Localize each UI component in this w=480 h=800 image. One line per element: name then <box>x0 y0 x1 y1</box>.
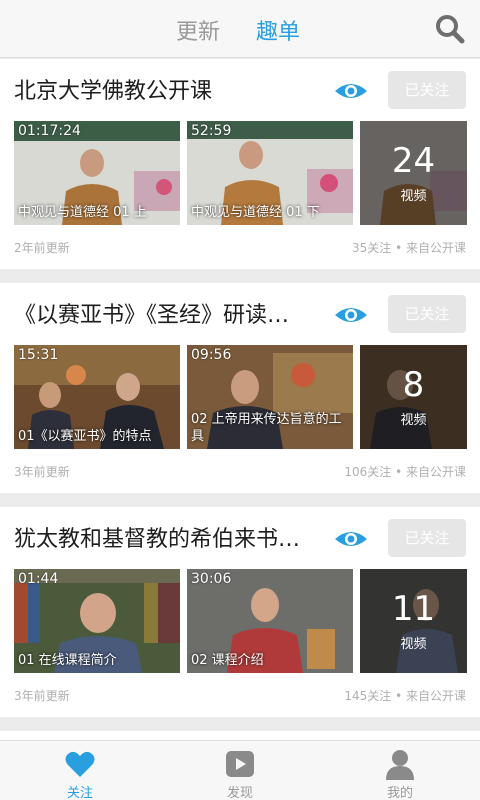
more-video-count: 11 <box>391 589 436 629</box>
tab-fun-list[interactable]: 趣单 <box>256 14 300 46</box>
video-title: 中观见与道德经 01 下 <box>191 205 320 220</box>
course-title[interactable]: 《以赛亚书》《圣经》研读… <box>14 297 314 329</box>
video-duration: 30:06 <box>191 571 232 587</box>
course-title[interactable]: 犹太教和基督教的希伯来书… <box>14 521 314 553</box>
video-title: 01《以赛亚书》的特点 <box>18 429 152 444</box>
heart-icon <box>65 751 95 777</box>
course-card[interactable]: 犹太教和基督教的希伯来书… 已关注 01:44 01 在线课程简介 30:06 … <box>0 507 480 717</box>
more-videos-tile[interactable]: 24 视频 <box>360 121 467 225</box>
update-time: 2年前更新 <box>14 241 70 255</box>
video-duration: 52:59 <box>191 123 232 139</box>
tab-update[interactable]: 更新 <box>176 14 220 46</box>
video-duration: 15:31 <box>18 347 59 363</box>
following-button[interactable]: 已关注 <box>388 71 466 109</box>
nav-me[interactable]: 我的 <box>320 741 480 800</box>
play-icon <box>226 751 254 777</box>
video-duration: 01:44 <box>18 571 59 587</box>
course-card[interactable]: 北京大学佛教公开课 已关注 01:17:24 中观见与道德经 01 上 52:5… <box>0 59 480 269</box>
person-icon <box>386 750 414 780</box>
more-video-label: 视频 <box>400 413 427 428</box>
video-thumbnail[interactable]: 15:31 01《以赛亚书》的特点 <box>14 345 180 449</box>
more-video-count: 24 <box>391 141 436 181</box>
follow-stats: 35关注 • 来自公开课 <box>352 241 466 255</box>
video-duration: 09:56 <box>191 347 232 363</box>
nav-discover[interactable]: 发现 <box>160 741 320 800</box>
video-title: 02 课程介绍 <box>191 653 264 668</box>
more-video-count: 8 <box>402 365 425 405</box>
eye-icon <box>335 308 367 322</box>
update-time: 3年前更新 <box>14 689 70 703</box>
more-video-label: 视频 <box>400 189 427 204</box>
video-thumbnail[interactable]: 01:44 01 在线课程简介 <box>14 569 180 673</box>
nav-follow-label: 关注 <box>66 786 93 800</box>
following-button[interactable]: 已关注 <box>388 295 466 333</box>
video-thumbnail[interactable]: 09:56 02 上帝用来传达旨意的工具 <box>187 345 353 449</box>
bottom-nav: 关注 发现 我的 <box>0 740 480 800</box>
video-duration: 01:17:24 <box>18 123 81 139</box>
video-thumbnail[interactable]: 52:59 中观见与道德经 01 下 <box>187 121 353 225</box>
video-thumbnail[interactable]: 30:06 02 课程介绍 <box>187 569 353 673</box>
more-video-label: 视频 <box>400 637 427 652</box>
follow-stats: 106关注 • 来自公开课 <box>344 465 466 479</box>
video-title: 01 在线课程简介 <box>18 653 117 668</box>
nav-follow[interactable]: 关注 <box>0 741 160 800</box>
video-title: 中观见与道德经 01 上 <box>18 205 147 220</box>
following-button[interactable]: 已关注 <box>388 519 466 557</box>
top-bar: 更新 趣单 <box>0 0 480 58</box>
course-card[interactable]: 《以赛亚书》《圣经》研读… 已关注 15:31 01《以赛亚书》的特点 09:5… <box>0 283 480 493</box>
follow-stats: 145关注 • 来自公开课 <box>344 689 466 703</box>
eye-icon <box>335 84 367 98</box>
search-icon[interactable] <box>435 14 465 44</box>
video-title: 02 上帝用来传达旨意的工具 <box>191 412 342 444</box>
nav-discover-label: 发现 <box>226 786 253 800</box>
nav-me-label: 我的 <box>386 786 413 800</box>
update-time: 3年前更新 <box>14 465 70 479</box>
course-title[interactable]: 北京大学佛教公开课 <box>14 73 314 105</box>
more-videos-tile[interactable]: 8 视频 <box>360 345 467 449</box>
more-videos-tile[interactable]: 11 视频 <box>360 569 467 673</box>
eye-icon <box>335 532 367 546</box>
video-thumbnail[interactable]: 01:17:24 中观见与道德经 01 上 <box>14 121 180 225</box>
